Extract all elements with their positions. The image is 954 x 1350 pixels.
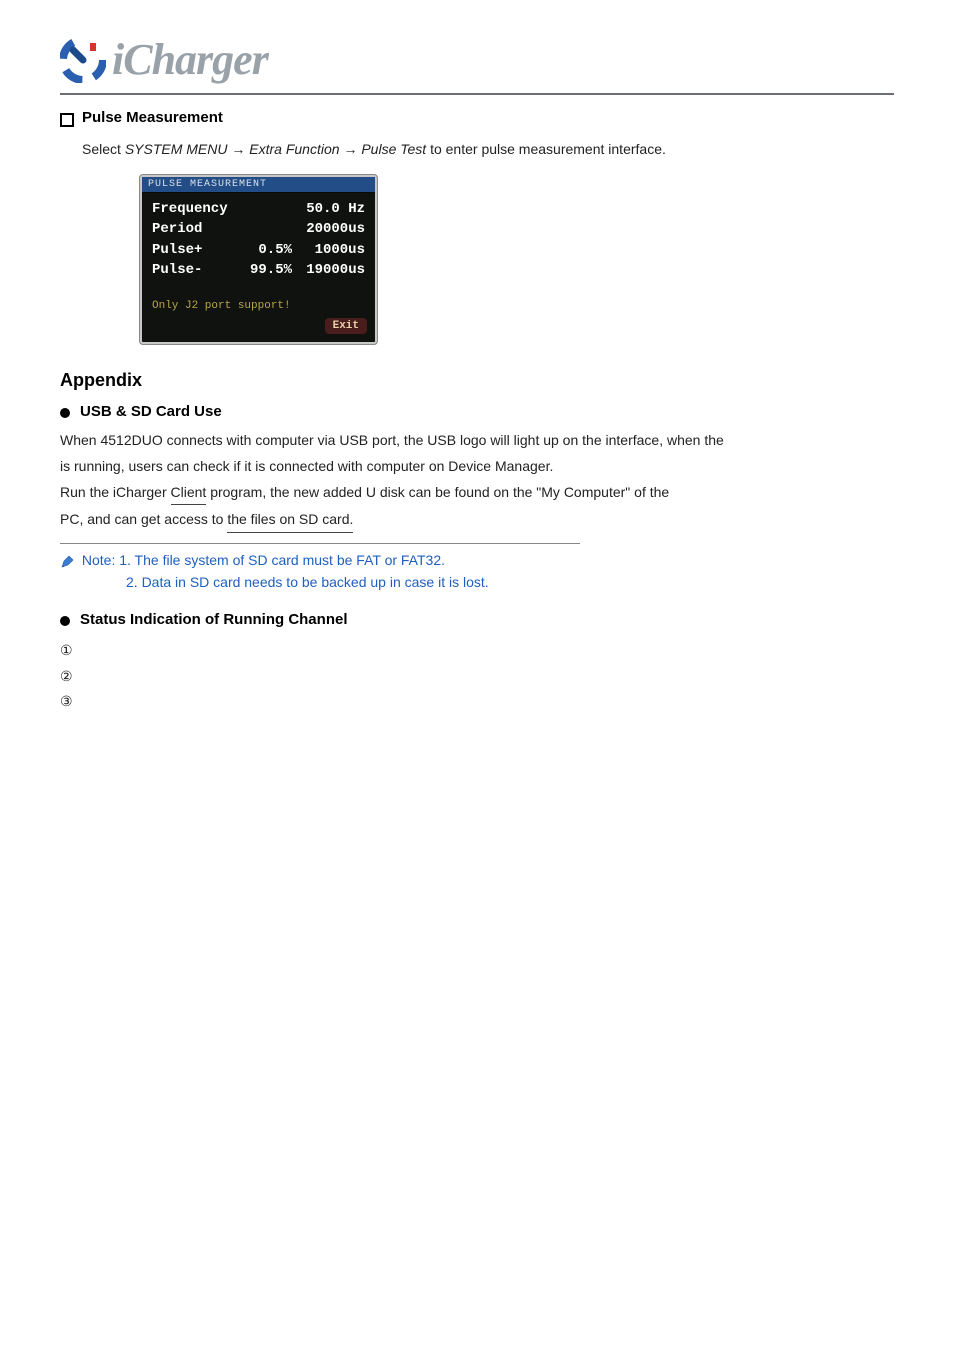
nav-path: Select SYSTEM MENU → Extra Function → Pu… [82,141,894,157]
path-seg-1: SYSTEM MENU [125,141,228,157]
row-pct: 99.5% [232,260,292,280]
screen-footer: Exit [142,318,375,342]
screen-note: Only J2 port support! [142,290,375,318]
list-item: ① [60,638,894,663]
text: When 4512DUO connects with computer via … [60,432,724,448]
dot-bullet-icon [60,616,70,626]
screen-body: Frequency 50.0 Hz Period 20000us Pulse+ … [142,193,375,290]
list-item: ③ [60,689,894,714]
circled-2-icon: ② [60,664,76,689]
paragraph: When 4512DUO connects with computer via … [60,430,894,452]
note-block: Note: 1. The file system of SD card must… [60,543,580,593]
exit-button[interactable]: Exit [325,318,367,334]
header-rule [60,93,894,95]
square-bullet-icon [60,113,74,127]
dot-bullet-icon [60,408,70,418]
row-pct [232,199,292,219]
row-val: 19000us [292,260,365,280]
row-val: 50.0 Hz [292,199,365,219]
section-heading: Pulse Measurement [60,109,894,127]
logo-text: iCharger [112,34,268,85]
logo: iCharger [60,34,894,85]
path-seg-3: Pulse Test [361,141,426,157]
section-title: Pulse Measurement [82,109,223,126]
screen-row: Period 20000us [152,219,365,239]
logo-icon [60,37,106,83]
device-screenshot: PULSE MEASUREMENT Frequency 50.0 Hz Peri… [140,175,894,344]
row-val: 20000us [292,219,365,239]
path-seg-2: Extra Function [249,141,339,157]
numbered-list: ① ② ③ [60,638,894,714]
text: is running, users can check if it is con… [60,458,553,474]
paragraph: Run the iCharger Client program, the new… [60,482,894,506]
note-line-1: Note: 1. The file system of SD card must… [82,552,445,568]
text: PC, and can get access to [60,511,227,527]
note-line-2: 2. Data in SD card needs to be backed up… [126,572,580,594]
row-label: Frequency [152,199,232,219]
row-val: 1000us [292,240,365,260]
row-label: Pulse+ [152,240,232,260]
subsection-heading: Status Indication of Running Channel [60,611,894,628]
device-screen: PULSE MEASUREMENT Frequency 50.0 Hz Peri… [140,175,377,344]
paragraph: is running, users can check if it is con… [60,456,894,478]
list-item: ② [60,664,894,689]
underline-text: the files on SD card. [227,509,353,533]
text: Run the iCharger [60,484,171,500]
arrow-icon: → [231,141,245,157]
row-pct: 0.5% [232,240,292,260]
subsection-heading: USB & SD Card Use [60,403,894,420]
text: program, the new added U disk can be fou… [206,484,669,500]
screen-row: Pulse- 99.5% 19000us [152,260,365,280]
screen-row: Pulse+ 0.5% 1000us [152,240,365,260]
pencil-icon [60,554,74,568]
row-label: Period [152,219,232,239]
row-label: Pulse- [152,260,232,280]
page: iCharger Pulse Measurement Select SYSTEM… [0,0,954,754]
appendix-heading: Appendix [60,370,894,391]
circled-1-icon: ① [60,638,76,663]
subsection-title: Status Indication of Running Channel [80,611,348,628]
row-pct [232,219,292,239]
paragraph: PC, and can get access to the files on S… [60,509,894,533]
path-suffix: to enter pulse measurement interface. [430,141,666,157]
screen-row: Frequency 50.0 Hz [152,199,365,219]
underline-text: Client [171,482,207,506]
arrow-icon: → [343,141,357,157]
circled-3-icon: ③ [60,689,76,714]
path-prefix: Select [82,141,125,157]
subsection-title: USB & SD Card Use [80,403,222,420]
screen-title: PULSE MEASUREMENT [142,177,375,193]
